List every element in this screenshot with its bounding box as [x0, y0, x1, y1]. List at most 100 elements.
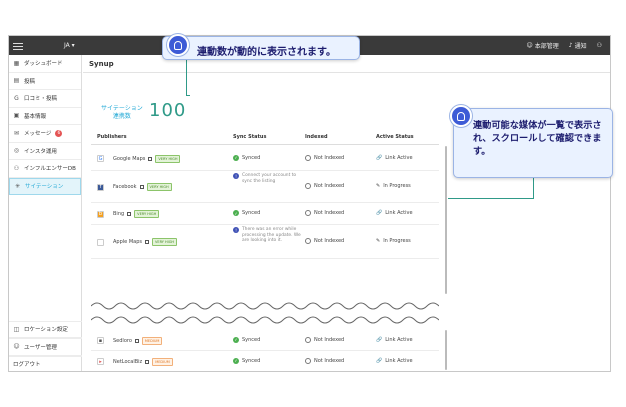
check-circle-icon: ✓ [233, 154, 239, 161]
sidebar-item-label: ロケーション設定 [24, 327, 68, 334]
publisher-name: Apple Maps [113, 239, 142, 245]
publisher-logo-icon: f [97, 183, 104, 191]
publisher-logo-icon [97, 238, 104, 246]
alert-circle-icon: ! [233, 227, 239, 233]
sidebar-item-2[interactable]: G 口コミ・投稿 [9, 90, 81, 108]
notification-menu[interactable]: ♪ 通知 [569, 41, 587, 50]
brand-title: Synup [89, 60, 114, 68]
priority-badge: VERY HIGH [134, 210, 160, 218]
message-count-badge: 6 [55, 129, 63, 137]
globe-icon [305, 238, 311, 244]
link-icon: 🔗 [376, 210, 383, 216]
publisher-checkbox[interactable] [134, 338, 139, 343]
hamburger-menu-icon[interactable] [13, 41, 23, 50]
lightbulb-icon [450, 105, 472, 127]
lightbulb-icon [167, 34, 189, 56]
link-icon: 🔗 [376, 357, 383, 364]
person-icon: ☺ [526, 42, 533, 49]
table-row: b Bing VERY HIGH ✓ Synced Not Indexed 🔗 Link Ac… [91, 203, 439, 225]
check-circle-icon: ✓ [233, 357, 239, 364]
priority-badge: MEDIUM [141, 336, 163, 345]
sidebar-item-label: 投稿 [24, 78, 36, 85]
callout-connector-top [186, 60, 187, 96]
scrollbar-bottom[interactable] [445, 330, 447, 370]
publishers-table: Publishers Sync Status Indexed Active St… [91, 130, 447, 371]
publisher-name: Google Maps [113, 155, 146, 162]
sidebar-item-3[interactable]: ▣ 基本情報 [9, 108, 81, 125]
table-row: G Google Maps VERY HIGH ✓ Synced Not Indexed 🔗… [91, 146, 439, 171]
globe-icon [305, 154, 311, 161]
globe-icon [305, 336, 311, 343]
bell-icon: ♪ [568, 42, 573, 49]
language-selector[interactable]: JA ▾ [64, 42, 75, 49]
publisher-checkbox[interactable] [144, 240, 149, 244]
sidebar-item-label: ダッシュボード [24, 61, 63, 68]
link-icon: 🔗 [376, 154, 383, 161]
publisher-name: Bing [113, 211, 125, 217]
admin-menu[interactable]: ☺ 本部管理 [526, 41, 558, 50]
document-icon: ▤ [13, 77, 20, 85]
sidebar-item-label: インフルエンサーDB [24, 166, 76, 173]
publisher-checkbox[interactable] [139, 185, 144, 189]
table-break-wave [91, 298, 439, 326]
callout-connector-right [533, 178, 534, 198]
user-account-icon[interactable]: ⚇ [597, 42, 602, 49]
header-indexed: Indexed [305, 134, 328, 140]
table-row: ▸ NetLocalBiz MEDIUM ✓ Synced Not Indexed 🔗 Lin… [91, 351, 439, 371]
people-icon: ⚇ [13, 164, 20, 172]
sidebar-bottom: ◫ ロケーション設定 ☺ ユーザー管理 ログアウト [9, 320, 82, 371]
chat-icon: ✉ [13, 129, 20, 137]
sidebar-item-6[interactable]: ⚇ インフルエンサーDB [9, 160, 81, 178]
callout-right-text: 連動可能な媒体が一覧で表示され、スクロールして確認できます。 [473, 120, 602, 157]
check-circle-icon: ✓ [233, 336, 239, 343]
sidebar-item-5[interactable]: ◎ インスタ運用 [9, 143, 81, 160]
id-card-icon: ▣ [13, 112, 20, 120]
publisher-logo-icon: b [97, 210, 104, 218]
globe-icon [305, 183, 311, 189]
check-circle-icon: ✓ [233, 210, 239, 216]
sidebar-item-4[interactable]: ✉ メッセージ 6 [9, 125, 81, 143]
sidebar-item-7[interactable]: ✳ サイテーション [9, 177, 81, 195]
citation-count-label: サイテーション 連携数 [101, 105, 143, 120]
sidebar-item-label: メッセージ [24, 131, 52, 138]
instagram-icon: ◎ [13, 147, 20, 155]
callout-right: 連動可能な媒体が一覧で表示され、スクロールして確認できます。 [450, 105, 613, 178]
globe-icon [305, 210, 311, 216]
sidebar-item-label: 基本情報 [24, 113, 47, 120]
grid-icon: ▦ [13, 59, 20, 67]
location-icon: ◫ [13, 325, 20, 333]
sidebar-item-label: サイテーション [25, 184, 64, 191]
sidebar-item-label: ユーザー管理 [24, 344, 57, 351]
pencil-icon: ✎ [376, 183, 381, 189]
publisher-logo-icon: G [97, 155, 104, 162]
sidebar-item-label: インスタ運用 [24, 148, 57, 155]
sidebar-bottom-item-1[interactable]: ☺ ユーザー管理 [9, 338, 82, 356]
publisher-name: Facebook [113, 184, 137, 190]
header-publishers: Publishers [97, 134, 127, 140]
publisher-checkbox[interactable] [127, 212, 132, 216]
citation-count: 100 [149, 100, 187, 121]
app-window: JA ▾ ☺ 本部管理 ♪ 通知 ⚇ ▦ ダッシュボード ▤ 投稿 G 口コミ・投稿 ▣ 基本情報… [8, 35, 611, 372]
network-icon: ✳ [14, 182, 21, 190]
scrollbar-top[interactable] [445, 146, 447, 294]
publisher-checkbox[interactable] [145, 359, 150, 364]
sidebar-item-0[interactable]: ▦ ダッシュボード [9, 55, 81, 73]
header-divider [83, 72, 610, 73]
table-row: f Facebook VERY HIGH! Connect your account … [91, 171, 439, 203]
publisher-logo-icon: ▪ [97, 337, 104, 344]
priority-badge: VERY HIGH [146, 183, 172, 191]
sidebar-item-1[interactable]: ▤ 投稿 [9, 73, 81, 90]
callout-top-text: 連動数が動的に表示されます。 [197, 47, 336, 58]
sidebar-bottom-item-0[interactable]: ◫ ロケーション設定 [9, 320, 82, 338]
table-row: ▪ Sedloro MEDIUM ✓ Synced Not Indexed 🔗 Link Ac… [91, 330, 439, 351]
sidebar-bottom-item-2[interactable]: ログアウト [9, 355, 82, 371]
google-g-icon: G [14, 94, 19, 102]
sidebar-item-label: 口コミ・投稿 [24, 96, 58, 103]
publisher-checkbox[interactable] [148, 156, 153, 161]
callout-top: 連動数が動的に表示されます。 [162, 34, 360, 60]
priority-badge: VERY HIGH [155, 154, 181, 163]
publisher-name: Sedloro [113, 337, 132, 344]
header-active-status: Active Status [376, 134, 414, 140]
publisher-name: NetLocalBiz [113, 358, 143, 365]
publisher-logo-icon: ▸ [97, 358, 104, 365]
